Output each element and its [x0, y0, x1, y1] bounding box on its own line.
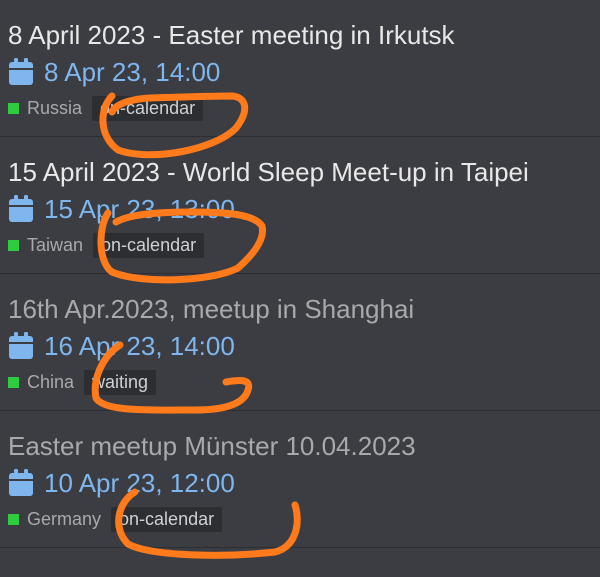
- event-country: Germany: [27, 508, 102, 529]
- event-date-row: 15 Apr 23, 13:00: [8, 193, 235, 225]
- event-date-row: 16 Apr 23, 14:00: [8, 330, 235, 362]
- event-date: 10 Apr 23, 12:00: [44, 467, 235, 498]
- event-item[interactable]: 15 April 2023 - World Sleep Meet-up in T…: [0, 137, 600, 274]
- event-country: China: [27, 371, 75, 392]
- event-meta: Russia on-calendar: [8, 95, 204, 121]
- calendar-icon: [9, 58, 33, 85]
- calendar-icon: [9, 195, 33, 222]
- event-date: 16 Apr 23, 14:00: [44, 330, 235, 361]
- event-date: 15 Apr 23, 13:00: [44, 193, 235, 224]
- event-meta: China waiting: [8, 369, 157, 395]
- event-title[interactable]: Easter meetup Münster 10.04.2023: [8, 431, 416, 461]
- status-badge: waiting: [84, 369, 157, 395]
- event-date: 8 Apr 23, 14:00: [44, 56, 221, 87]
- event-country: Taiwan: [27, 234, 84, 255]
- calendar-icon: [9, 332, 33, 359]
- event-item[interactable]: 8 April 2023 - Easter meeting in Irkutsk…: [0, 0, 600, 137]
- event-meta: Taiwan on-calendar: [8, 232, 205, 258]
- event-title[interactable]: 8 April 2023 - Easter meeting in Irkutsk: [8, 20, 455, 50]
- country-marker-icon: [8, 513, 19, 525]
- event-title[interactable]: 15 April 2023 - World Sleep Meet-up in T…: [8, 157, 529, 187]
- event-meta: Germany on-calendar: [8, 506, 223, 532]
- status-badge: on-calendar: [93, 232, 205, 258]
- calendar-icon: [9, 469, 33, 496]
- event-title[interactable]: 16th Apr.2023, meetup in Shanghai: [8, 294, 414, 324]
- event-date-row: 10 Apr 23, 12:00: [8, 467, 235, 499]
- event-list: 8 April 2023 - Easter meeting in Irkutsk…: [0, 0, 600, 548]
- status-badge: on-calendar: [111, 506, 223, 532]
- country-marker-icon: [8, 376, 19, 388]
- event-item[interactable]: 16th Apr.2023, meetup in Shanghai 16 Apr…: [0, 274, 600, 411]
- country-marker-icon: [8, 102, 19, 114]
- event-date-row: 8 Apr 23, 14:00: [8, 56, 220, 88]
- country-marker-icon: [8, 239, 19, 251]
- status-badge: on-calendar: [92, 95, 204, 121]
- event-item[interactable]: Easter meetup Münster 10.04.2023 10 Apr …: [0, 411, 600, 548]
- event-country: Russia: [27, 97, 83, 118]
